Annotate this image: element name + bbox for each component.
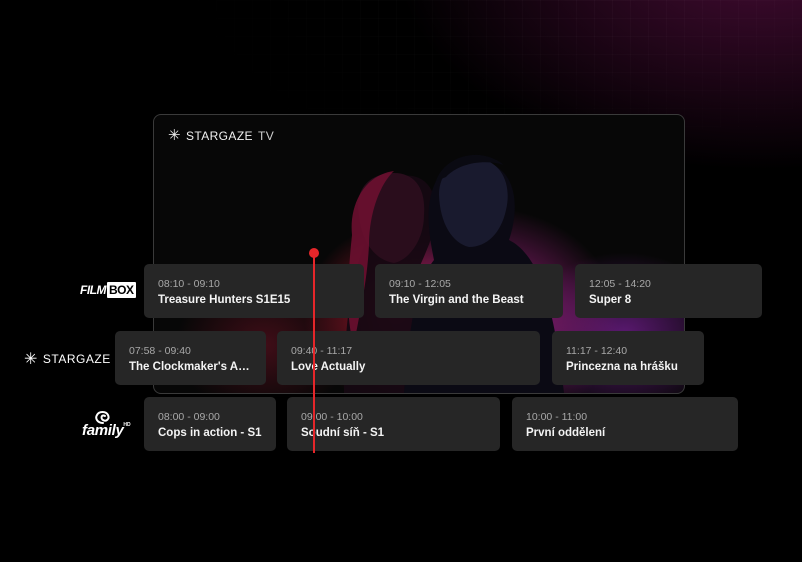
program-title: Princezna na hrášku: [566, 361, 678, 373]
program-time: 09:10 - 12:05: [389, 278, 451, 290]
program-card[interactable]: 11:17 - 12:40 Princezna na hrášku: [552, 331, 704, 385]
stargaze-logo[interactable]: ✳ STARGAZE: [24, 349, 111, 369]
family-hd-logo[interactable]: family HD: [82, 410, 131, 439]
program-time: 09:40 - 11:17: [291, 345, 353, 357]
program-title: První oddělení: [526, 427, 606, 439]
current-time-marker: [309, 248, 319, 258]
current-time-line: [313, 253, 315, 453]
program-title: Treasure Hunters S1E15: [158, 294, 291, 306]
program-card[interactable]: 08:00 - 09:00 Cops in action - S1: [144, 397, 276, 451]
program-time: 08:10 - 09:10: [158, 278, 220, 290]
program-time: 11:17 - 12:40: [566, 345, 628, 357]
program-card[interactable]: 07:58 - 09:40 The Clockmaker's Ap...: [115, 331, 266, 385]
tv-brand-suffix: TV: [257, 129, 275, 143]
program-title: Soudní síň - S1: [301, 427, 385, 439]
program-time: 12:05 - 14:20: [589, 278, 651, 290]
tv-brand-name: STARGAZE: [185, 129, 253, 143]
filmbox-logo[interactable]: FILM BOX: [80, 282, 136, 298]
program-title: Cops in action - S1: [158, 427, 262, 439]
star-burst-icon: ✳: [24, 351, 38, 368]
program-time: 09:00 - 10:00: [301, 411, 363, 423]
program-time: 08:00 - 09:00: [158, 411, 220, 423]
program-title: The Clockmaker's Ap...: [129, 361, 252, 373]
family-logo-hd: HD: [123, 422, 131, 428]
program-title: Super 8: [589, 294, 632, 306]
program-card[interactable]: 10:00 - 11:00 První oddělení: [512, 397, 738, 451]
family-logo-text: family: [82, 422, 124, 439]
program-card[interactable]: 09:40 - 11:17 Love Actually: [277, 331, 540, 385]
star-burst-icon: ✳: [168, 127, 181, 144]
filmbox-logo-box: BOX: [107, 282, 136, 298]
program-title: Love Actually: [291, 361, 366, 373]
program-time: 10:00 - 11:00: [526, 411, 588, 423]
program-card[interactable]: 12:05 - 14:20 Super 8: [575, 264, 762, 318]
program-card[interactable]: 09:00 - 10:00 Soudní síň - S1: [287, 397, 500, 451]
stargaze-logo-text: STARGAZE: [42, 352, 111, 366]
filmbox-logo-film: FILM: [80, 283, 107, 297]
program-time: 07:58 - 09:40: [129, 345, 191, 357]
program-card[interactable]: 08:10 - 09:10 Treasure Hunters S1E15: [144, 264, 364, 318]
tv-brand: ✳ STARGAZE TV: [168, 127, 275, 144]
program-card[interactable]: 09:10 - 12:05 The Virgin and the Beast: [375, 264, 563, 318]
program-title: The Virgin and the Beast: [389, 294, 524, 306]
